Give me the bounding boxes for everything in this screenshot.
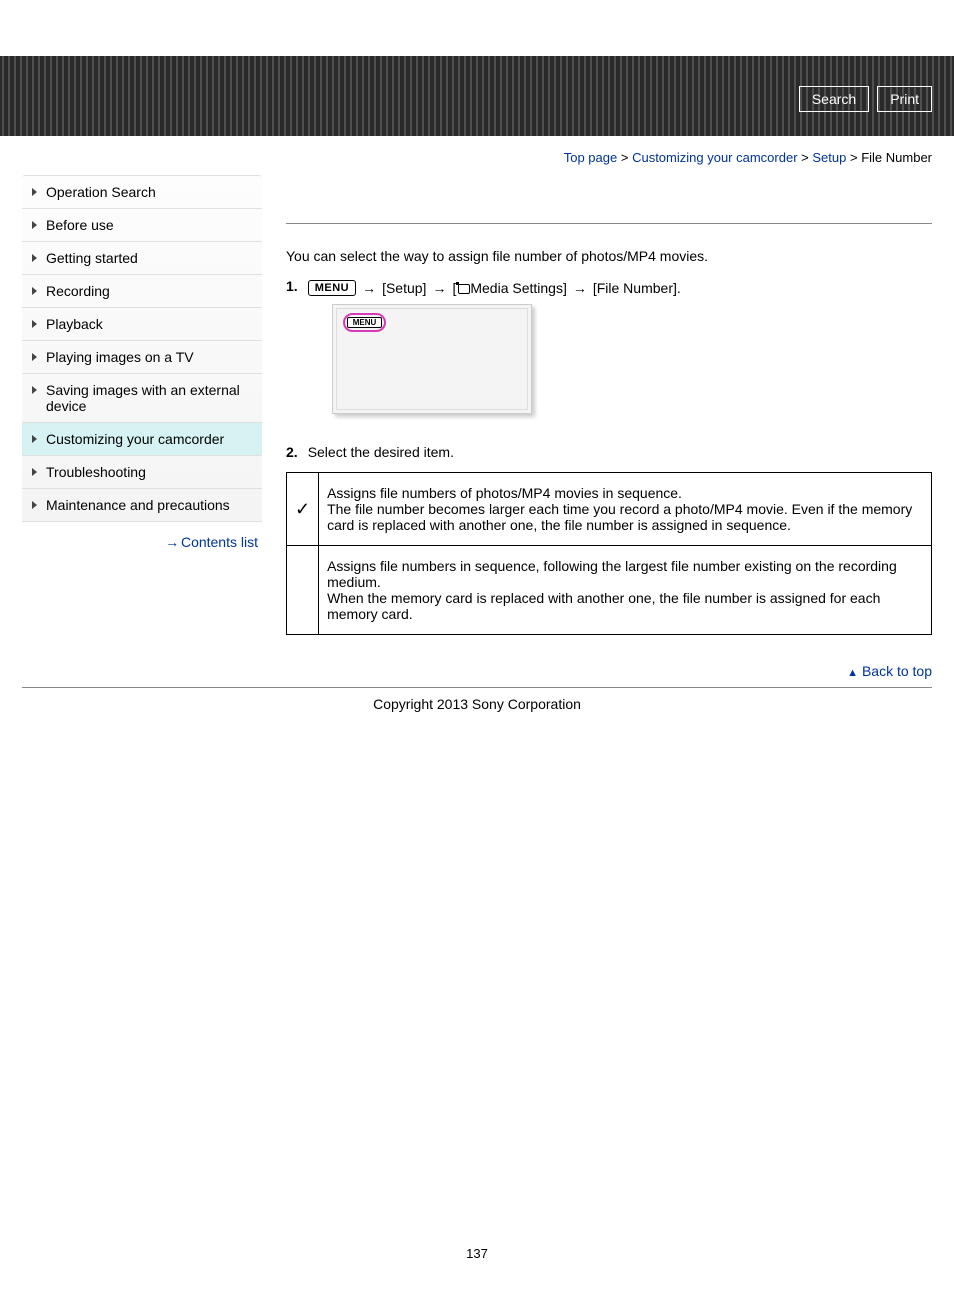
- option-line1: Assigns file numbers in sequence, follow…: [327, 558, 923, 590]
- arrow-right-icon: →: [165, 534, 177, 550]
- sidebar: Operation Search Before use Getting star…: [22, 175, 262, 635]
- sidebar-item-customizing[interactable]: Customizing your camcorder: [22, 423, 262, 456]
- copyright-text: Copyright 2013 Sony Corporation: [0, 696, 954, 732]
- check-icon: ✓: [295, 499, 310, 519]
- menu-box-icon: MENU: [308, 280, 356, 296]
- option-line2: When the memory card is replaced with an…: [327, 590, 923, 622]
- sidebar-item-playback[interactable]: Playback: [22, 308, 262, 341]
- intro-text: You can select the way to assign file nu…: [286, 248, 932, 264]
- arrow-icon: →: [432, 280, 446, 296]
- option-line1: Assigns file numbers of photos/MP4 movie…: [327, 485, 923, 501]
- menu-tag-label: MENU: [347, 317, 383, 328]
- table-row: ✓ Assigns file numbers of photos/MP4 mov…: [287, 473, 932, 546]
- page-number: 137: [0, 1246, 954, 1261]
- sidebar-item-saving-external[interactable]: Saving images with an external device: [22, 374, 262, 423]
- table-row: Assigns file numbers in sequence, follow…: [287, 546, 932, 635]
- check-cell: ✓: [287, 473, 319, 546]
- sidebar-item-before-use[interactable]: Before use: [22, 209, 262, 242]
- breadcrumb-link-customizing[interactable]: Customizing your camcorder: [632, 150, 797, 165]
- options-table: ✓ Assigns file numbers of photos/MP4 mov…: [286, 472, 932, 635]
- sidebar-item-maintenance[interactable]: Maintenance and precautions: [22, 489, 262, 522]
- option-description: Assigns file numbers of photos/MP4 movie…: [319, 473, 932, 546]
- arrow-icon: →: [573, 280, 587, 296]
- sidebar-item-playing-on-tv[interactable]: Playing images on a TV: [22, 341, 262, 374]
- media-icon: [456, 282, 470, 294]
- step-1-number: 1.: [286, 278, 298, 294]
- breadcrumb-current: File Number: [861, 150, 932, 165]
- option-description: Assigns file numbers in sequence, follow…: [319, 546, 932, 635]
- main-content: You can select the way to assign file nu…: [286, 175, 932, 635]
- sidebar-item-troubleshooting[interactable]: Troubleshooting: [22, 456, 262, 489]
- path-media: [Media Settings]: [452, 280, 566, 296]
- header-band: Search Print: [0, 56, 954, 136]
- triangle-up-icon: ▲: [847, 667, 858, 679]
- divider: [286, 223, 932, 224]
- lcd-illustration: MENU: [332, 304, 532, 414]
- path-file-number: [File Number].: [593, 280, 681, 296]
- check-cell: [287, 546, 319, 635]
- sidebar-item-getting-started[interactable]: Getting started: [22, 242, 262, 275]
- menu-highlight: MENU: [343, 313, 387, 332]
- breadcrumb-link-setup[interactable]: Setup: [812, 150, 846, 165]
- print-button[interactable]: Print: [877, 86, 932, 112]
- search-button[interactable]: Search: [799, 86, 869, 112]
- step-2-number: 2.: [286, 444, 298, 460]
- select-text: Select the desired item.: [308, 444, 932, 460]
- footer-divider: [22, 687, 932, 688]
- menu-path: MENU → [Setup] → [Media Settings] → [Fil…: [308, 280, 681, 296]
- back-to-top-link[interactable]: Back to top: [862, 663, 932, 679]
- path-setup: [Setup]: [382, 280, 426, 296]
- sidebar-item-recording[interactable]: Recording: [22, 275, 262, 308]
- sidebar-item-operation-search[interactable]: Operation Search: [22, 176, 262, 209]
- contents-list-link[interactable]: Contents list: [181, 534, 258, 550]
- option-line2: The file number becomes larger each time…: [327, 501, 923, 533]
- breadcrumb: Top page > Customizing your camcorder > …: [0, 136, 954, 175]
- arrow-icon: →: [362, 280, 376, 296]
- breadcrumb-link-top[interactable]: Top page: [564, 150, 618, 165]
